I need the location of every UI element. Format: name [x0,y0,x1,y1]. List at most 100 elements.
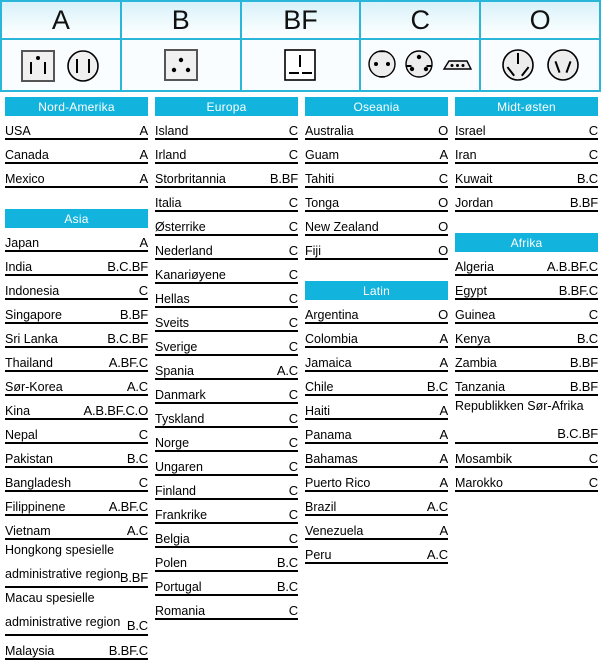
plug-types: C [288,411,298,426]
country-name: Belgia [155,531,190,546]
country-name: Malaysia [5,643,55,658]
socket-o-round-three-icon [498,45,538,85]
table-row: Kuwait B.C [455,164,598,188]
plug-types: C [288,195,298,210]
country-name: Jamaica [305,355,352,370]
plug-types: C [138,283,148,298]
table-row: Guinea C [455,300,598,324]
table-row: Vietnam A.C [5,516,148,540]
plug-type-label-a: A [2,2,120,40]
table-row: Tanzania B.BF [455,372,598,396]
socket-c-flat-icon [440,55,474,75]
table-row: Filippinene A.BF.C [5,492,148,516]
table-row: Italia C [155,188,298,212]
plug-type-label-bf: BF [241,2,360,40]
country-name: Indonesia [5,283,60,298]
table-row: Marokko C [455,468,598,492]
country-name: Puerto Rico [305,475,371,490]
table-row: Fiji O [305,236,448,260]
country-name: USA [5,123,31,138]
region-group: Asia Japan A India B.C.BF Indonesia C Singapore… [5,209,148,660]
table-row: New Zealand O [305,212,448,236]
plug-types: C [288,483,298,498]
region-group: Afrika Algeria A.B.BF.C Egypt B.BF.C Guinea C K… [455,233,598,492]
country-name: Fiji [305,243,321,258]
table-row: Guam A [305,140,448,164]
table-row: Nederland C [155,236,298,260]
table-row: Israel C [455,116,598,140]
country-name-line2: administrative region [5,615,121,629]
plug-types: C [288,507,298,522]
country-name: Nepal [5,427,38,442]
country-name: Bahamas [305,451,358,466]
table-row: Hongkong spesielle administrative region B… [5,540,148,588]
country-name: Kanariøyene [155,267,226,282]
plug-types: B.C.BF [557,426,598,441]
region-rows: USA A Canada A Mexico A [5,116,148,188]
plug-types: C [288,387,298,402]
socket-c-round-grounded-icon [403,48,435,82]
table-row: Tyskland C [155,404,298,428]
table-row: Bahamas A [305,444,448,468]
table-row: Jordan B.BF [455,188,598,212]
socket-o-round-two-icon [543,45,583,85]
country-name: Filippinene [5,499,66,514]
country-name: Island [155,123,189,138]
country-name: Mosambik [455,451,512,466]
socket-b-square-icon [160,44,202,86]
list-column-4: Midt-østen Israel C Iran C Kuwait B.C Jordan B.B… [455,97,598,496]
table-row: Mexico A [5,164,148,188]
plug-types: B.C [276,555,298,570]
plug-types: C [588,451,598,466]
plug-types: A [439,427,449,442]
table-row: Republikken Sør-Afrika B.C.BF [455,396,598,444]
plug-type-label-b: B [121,2,240,40]
table-row: Norge C [155,428,298,452]
country-plug-type-lists: Nord-Amerika USA A Canada A Mexico A Asia Japan A… [0,97,601,660]
plug-type-column-a: A [0,2,122,90]
plug-types: A [439,331,449,346]
plug-types: C [288,531,298,546]
country-name: Sri Lanka [5,331,58,346]
region-rows: Argentina O Colombia A Jamaica A Chile B.C Haiti… [305,300,448,564]
country-name: Romania [155,603,206,618]
country-name: Peru [305,547,332,562]
country-name: Zambia [455,355,497,370]
table-row: India B.C.BF [5,252,148,276]
table-row: Indonesia C [5,276,148,300]
table-row: Bangladesh C [5,468,148,492]
country-name: Singapore [5,307,62,322]
table-row: USA A [5,116,148,140]
table-row: Jamaica A [305,348,448,372]
country-name: Venezuela [305,523,364,538]
plug-type-icons-a [2,40,120,90]
country-name: Jordan [455,195,494,210]
list-column-2: Europa Island C Irland C Storbritannia B.BF Ita… [155,97,298,624]
country-name: Egypt [455,283,487,298]
table-row: Chile B.C [305,372,448,396]
plug-type-icons-c [361,40,480,90]
table-row: Polen B.C [155,548,298,572]
plug-types: C [588,123,598,138]
table-row: Frankrike C [155,500,298,524]
plug-types: O [438,307,448,322]
table-row: Sør-Korea A.C [5,372,148,396]
table-row: Venezuela A [305,516,448,540]
country-name: Sverige [155,339,198,354]
table-row: Panama A [305,420,448,444]
plug-types: B.C [126,618,148,633]
plug-types: A [439,523,449,538]
plug-types: C [138,427,148,442]
plug-types: B.BF [569,379,598,394]
country-name: Israel [455,123,486,138]
country-name: Tonga [305,195,340,210]
country-name: Ungaren [155,459,203,474]
table-row: Puerto Rico A [305,468,448,492]
plug-types: A [139,147,149,162]
table-row: Peru A.C [305,540,448,564]
plug-types: C [588,475,598,490]
country-name: Tanzania [455,379,506,394]
list-column-1: Nord-Amerika USA A Canada A Mexico A Asia Japan A… [5,97,148,664]
region-rows: Island C Irland C Storbritannia B.BF Italia C Øs… [155,116,298,620]
